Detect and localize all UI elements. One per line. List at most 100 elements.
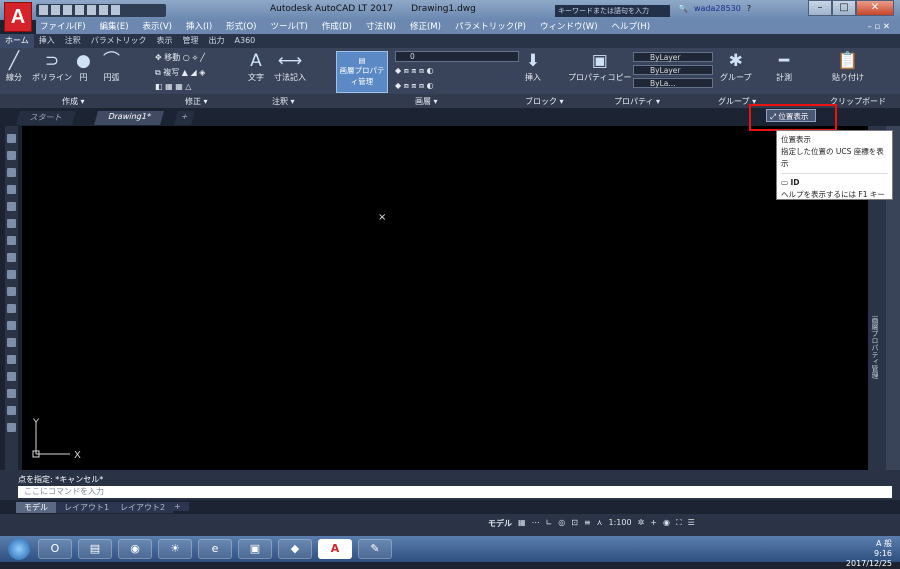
tool-icon[interactable] xyxy=(7,219,16,228)
tab-manage[interactable]: 管理 xyxy=(178,34,204,48)
window-controls[interactable]: – □ ✕ xyxy=(808,0,894,16)
circle-button[interactable]: ● 円 xyxy=(76,50,91,83)
tool-icon[interactable] xyxy=(7,270,16,279)
user-area[interactable]: 🔍 wada28530? xyxy=(678,4,751,13)
group-button[interactable]: ✱ グループ xyxy=(720,50,752,83)
menu-dimension[interactable]: 寸法(N) xyxy=(366,20,396,34)
tool-icon[interactable] xyxy=(7,134,16,143)
tab-a360[interactable]: A360 xyxy=(230,34,261,48)
menu-edit[interactable]: 編集(E) xyxy=(100,20,129,34)
tab-view[interactable]: 表示 xyxy=(152,34,178,48)
tab-start[interactable]: スタート xyxy=(16,111,76,125)
panel-block[interactable]: ブロック ▾ xyxy=(525,96,564,107)
menu-view[interactable]: 表示(V) xyxy=(143,20,172,34)
lineweight-dropdown[interactable]: ByLa... xyxy=(633,78,713,88)
tab-parametric[interactable]: パラメトリック xyxy=(86,34,152,48)
panel-properties[interactable]: プロパティ ▾ xyxy=(614,96,660,107)
layer-tools-row2[interactable]: ◆ ⧈ ⧈ ⧈ ◐ xyxy=(395,81,434,91)
panel-clipboard[interactable]: クリップボード xyxy=(830,96,886,107)
search-input[interactable]: キーワードまたは語句を入力 xyxy=(555,5,670,17)
system-tray[interactable]: A 般 9:16 2017/12/25 xyxy=(846,539,892,569)
add-layout-button[interactable]: + xyxy=(166,502,189,511)
menu-window[interactable]: ウィンドウ(W) xyxy=(540,20,598,34)
taskbar-paint-icon[interactable]: ✎ xyxy=(358,539,392,559)
tab-insert[interactable]: 挿入 xyxy=(34,34,60,48)
text-button[interactable]: A 文字 xyxy=(248,50,264,83)
menu-draw[interactable]: 作成(D) xyxy=(322,20,352,34)
menu-insert[interactable]: 挿入(I) xyxy=(186,20,212,34)
menu-modify[interactable]: 修正(M) xyxy=(410,20,441,34)
minimize-button[interactable]: – xyxy=(808,0,832,16)
annotation-scale[interactable]: 1:100 xyxy=(609,518,632,529)
maximize-button[interactable]: □ xyxy=(832,0,856,16)
ime-indicator[interactable]: A 般 xyxy=(846,539,892,549)
tab-drawing1[interactable]: Drawing1* xyxy=(94,111,165,125)
taskbar-app-icon[interactable]: ☀ xyxy=(158,539,192,559)
dimension-button[interactable]: ⟷ 寸法記入 xyxy=(274,50,306,83)
tool-icon[interactable] xyxy=(7,202,16,211)
doc-window-controls[interactable]: – ▫ ✕ xyxy=(867,20,890,34)
taskbar-hpb-icon[interactable]: ▣ xyxy=(238,539,272,559)
start-button[interactable] xyxy=(8,538,30,560)
tab-layout2[interactable]: レイアウト2 xyxy=(112,502,174,513)
color-dropdown[interactable]: ByLayer xyxy=(633,52,713,62)
model-space-toggle[interactable]: モデル xyxy=(488,518,512,529)
paste-button[interactable]: 📋 貼り付け xyxy=(832,50,864,83)
line-button[interactable]: ╱ 線分 xyxy=(6,50,22,83)
panel-draw[interactable]: 作成 ▾ xyxy=(62,96,85,107)
new-tab-button[interactable]: + xyxy=(174,111,195,125)
tool-icon[interactable] xyxy=(7,185,16,194)
tool-icon[interactable] xyxy=(7,355,16,364)
id-point-button[interactable]: ⤢ 位置表示 xyxy=(766,109,816,122)
tool-icon[interactable] xyxy=(7,406,16,415)
tab-annotate[interactable]: 注釈 xyxy=(60,34,86,48)
move-button[interactable]: ✥ 移動 ○ ⟡ ╱ xyxy=(155,52,205,63)
tool-icon[interactable] xyxy=(7,168,16,177)
modify-tools[interactable]: ◧ ▦ ▦ △ xyxy=(155,82,191,91)
tool-icon[interactable] xyxy=(7,253,16,262)
tool-icon[interactable] xyxy=(7,236,16,245)
layer-properties-button[interactable]: ▤ 画層プロパティ管理 xyxy=(336,51,388,93)
layer-dropdown[interactable]: 0 xyxy=(395,51,519,62)
taskbar-outlook-icon[interactable]: O xyxy=(38,539,72,559)
linetype-dropdown[interactable]: ByLayer xyxy=(633,65,713,75)
status-toggles[interactable]: モデル ▦ ⋯ ∟ ◎ ⊡ ≡ ⋏ 1:100 ✲ + ◉ ⛶ ☰ xyxy=(488,518,695,529)
tool-icon[interactable] xyxy=(7,372,16,381)
drawing-canvas[interactable]: × Y X xyxy=(22,126,868,470)
tab-output[interactable]: 出力 xyxy=(204,34,230,48)
menu-file[interactable]: ファイル(F) xyxy=(40,20,86,34)
taskbar-autocad-icon[interactable]: A xyxy=(318,539,352,559)
close-button[interactable]: ✕ xyxy=(856,0,894,16)
application-menu-button[interactable]: A xyxy=(4,2,32,32)
insert-block-button[interactable]: ⬇ 挿入 xyxy=(525,50,541,83)
tab-layout1[interactable]: レイアウト1 xyxy=(56,502,118,513)
tool-icon[interactable] xyxy=(7,304,16,313)
tool-icon[interactable] xyxy=(7,389,16,398)
tool-icon[interactable] xyxy=(7,287,16,296)
menu-format[interactable]: 形式(O) xyxy=(226,20,256,34)
menu-tools[interactable]: ツール(T) xyxy=(270,20,307,34)
panel-annotation[interactable]: 注釈 ▾ xyxy=(272,96,295,107)
menu-parametric[interactable]: パラメトリック(P) xyxy=(455,20,526,34)
tab-home[interactable]: ホーム xyxy=(0,34,34,48)
panel-modify[interactable]: 修正 ▾ xyxy=(185,96,208,107)
tool-icon[interactable] xyxy=(7,423,16,432)
taskbar-chrome-icon[interactable]: ◉ xyxy=(118,539,152,559)
quick-access-toolbar[interactable] xyxy=(36,4,166,17)
panel-layers[interactable]: 画層 ▾ xyxy=(415,96,438,107)
taskbar-ie-icon[interactable]: e xyxy=(198,539,232,559)
tool-icon[interactable] xyxy=(7,338,16,347)
taskbar-explorer-icon[interactable]: ▤ xyxy=(78,539,112,559)
tab-model[interactable]: モデル xyxy=(16,502,56,513)
measure-button[interactable]: ━ 計測 xyxy=(776,50,792,83)
taskbar-app2-icon[interactable]: ◆ xyxy=(278,539,312,559)
tool-icon[interactable] xyxy=(7,151,16,160)
polyline-button[interactable]: ⊃ ポリライン xyxy=(32,50,72,83)
tool-icon[interactable] xyxy=(7,321,16,330)
match-properties-button[interactable]: ▣ プロパティコピー xyxy=(568,50,632,83)
layer-tools-row1[interactable]: ◆ ⧈ ⧈ ⧈ ◐ xyxy=(395,66,434,76)
menu-help[interactable]: ヘルプ(H) xyxy=(612,20,651,34)
copy-button[interactable]: ⧉ 複写 ▲ ◢ ◈ xyxy=(155,67,205,78)
arc-button[interactable]: ⌒ 円弧 xyxy=(103,50,120,83)
command-input[interactable]: ここにコマンドを入力 xyxy=(18,486,892,498)
